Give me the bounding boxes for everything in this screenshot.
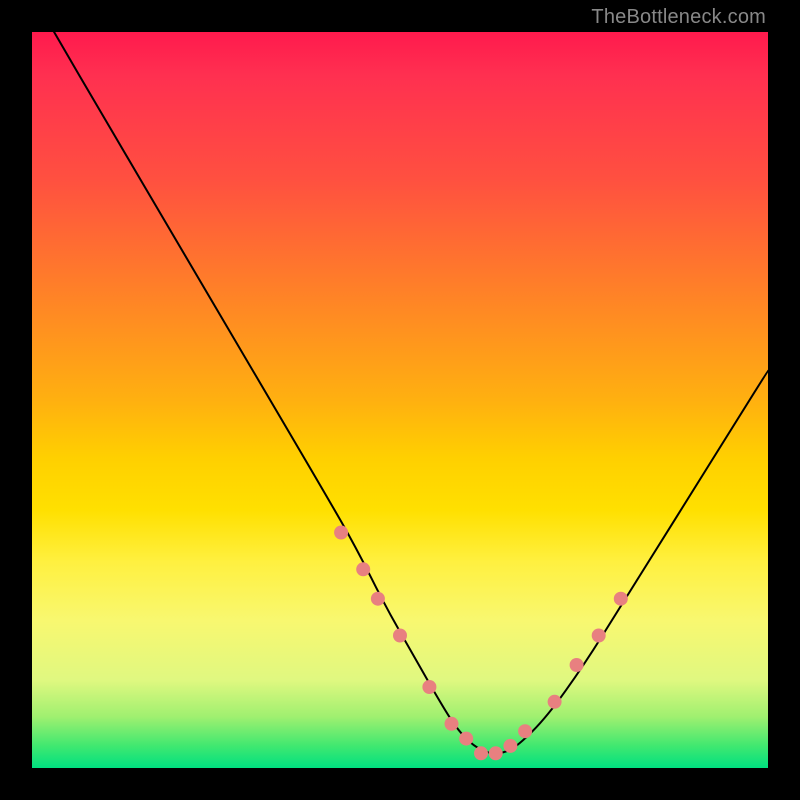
plot-area — [32, 32, 768, 768]
marker-point — [371, 592, 385, 606]
marker-point — [570, 658, 584, 672]
watermark: TheBottleneck.com — [591, 6, 766, 29]
marker-point — [614, 592, 628, 606]
marker-point — [548, 695, 562, 709]
marker-point — [459, 732, 473, 746]
marker-point — [592, 629, 606, 643]
marker-point — [334, 526, 348, 540]
marker-point — [393, 629, 407, 643]
marker-point — [356, 562, 370, 576]
valley-markers — [334, 526, 628, 761]
marker-point — [503, 739, 517, 753]
chart-svg — [32, 32, 768, 768]
marker-point — [474, 746, 488, 760]
marker-point — [518, 724, 532, 738]
bottleneck-curve — [54, 32, 768, 753]
marker-point — [445, 717, 459, 731]
chart-container: TheBottleneck.com — [0, 0, 800, 800]
marker-point — [489, 746, 503, 760]
marker-point — [422, 680, 436, 694]
